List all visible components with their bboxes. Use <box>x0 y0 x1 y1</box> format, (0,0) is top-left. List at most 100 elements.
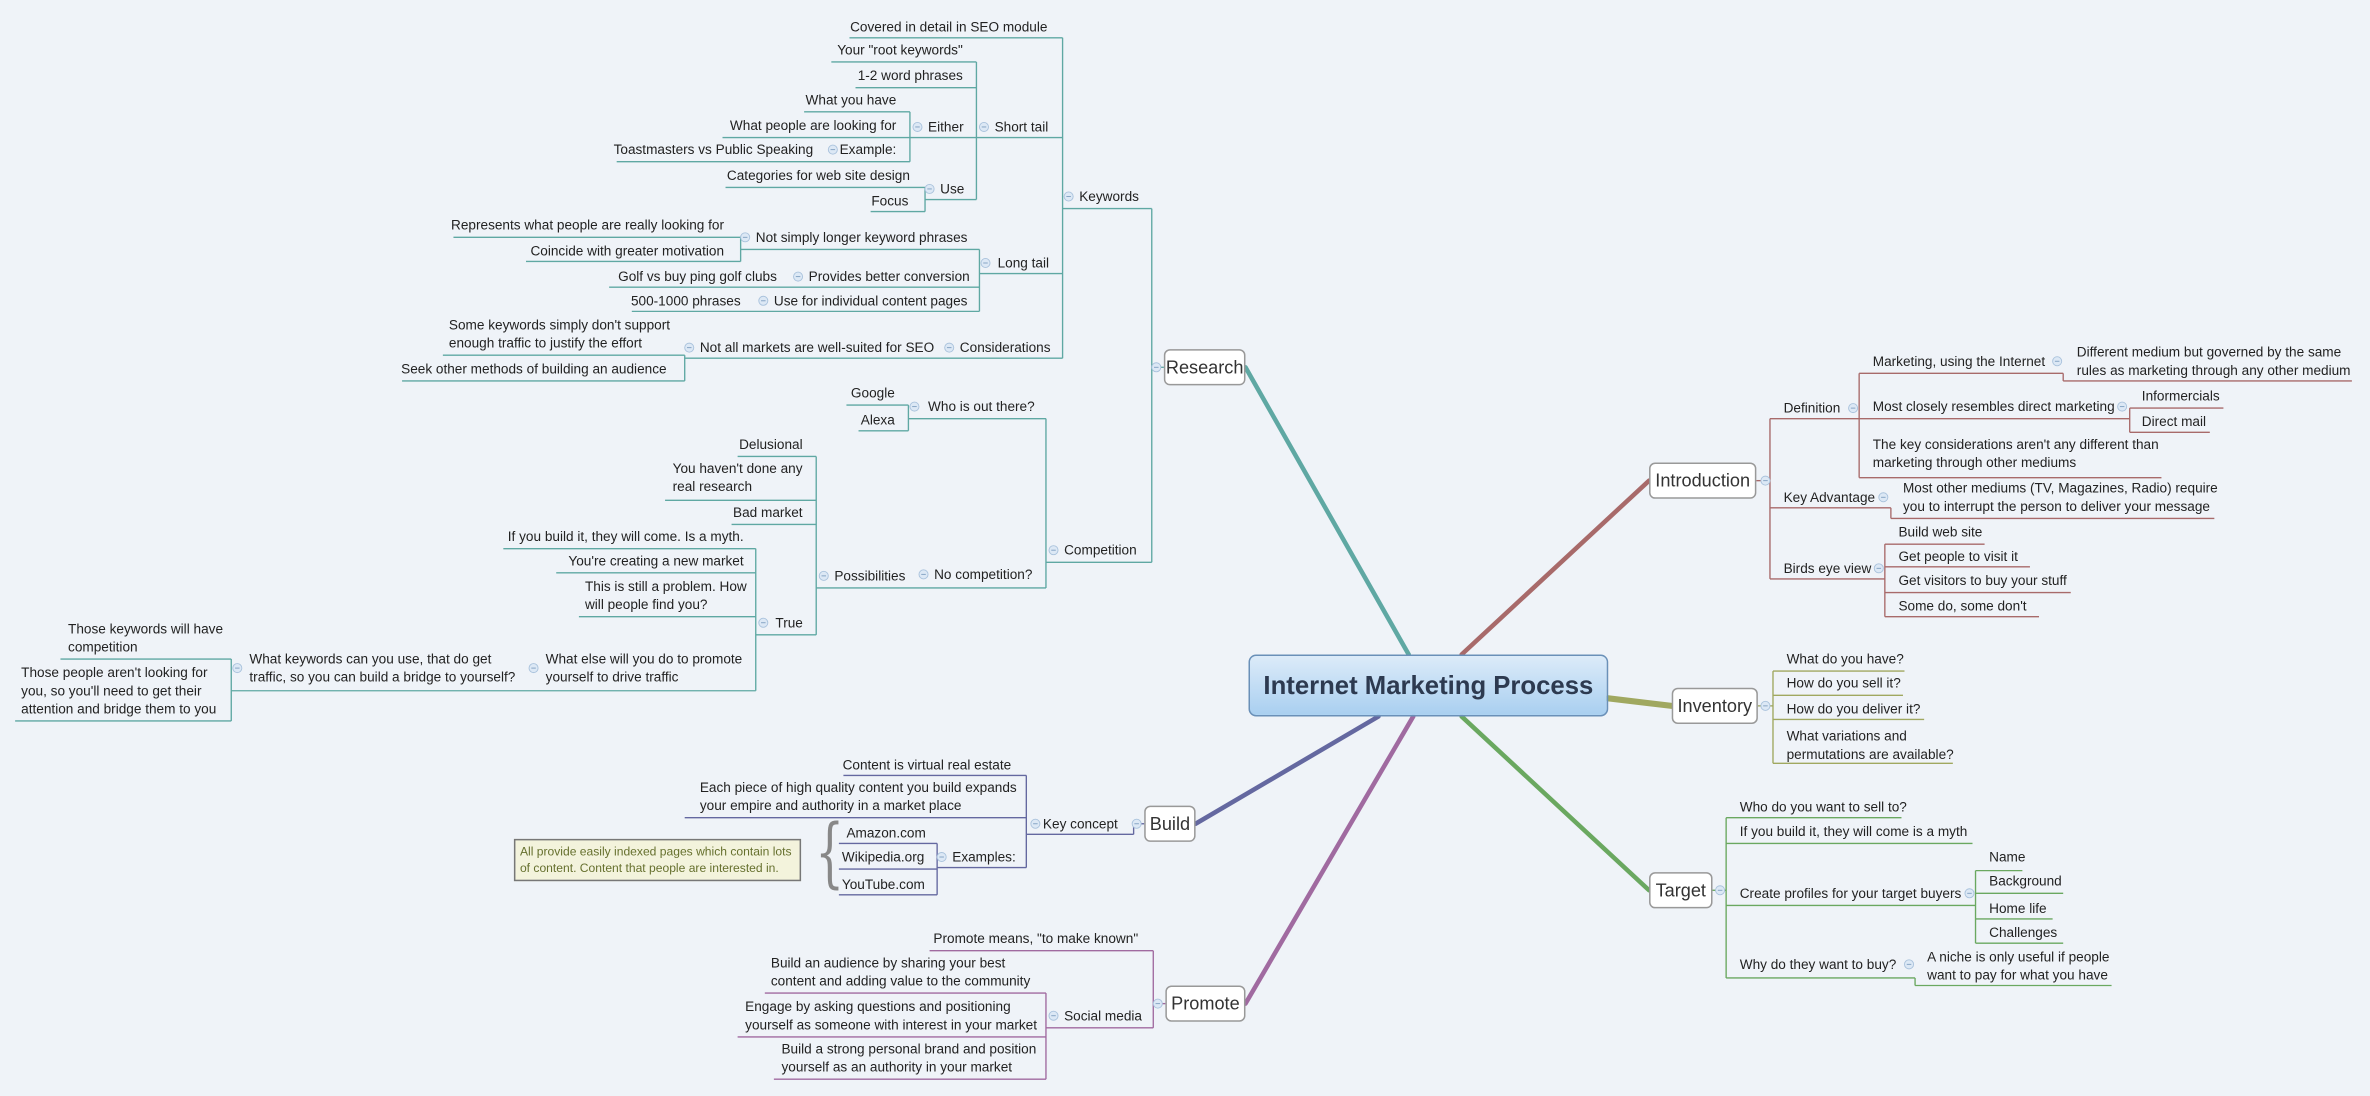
central-topic[interactable]: Internet Marketing Process <box>1248 654 1609 717</box>
collapse-toggle-icon[interactable] <box>936 852 947 863</box>
node-research-keywords-short-tail[interactable]: Short tail <box>995 118 1049 136</box>
collapse-toggle-icon[interactable] <box>944 342 955 353</box>
node-research-competition-possibilities-items-0[interactable]: Delusional <box>739 435 803 453</box>
node-introduction-definition-marketing-detail[interactable]: Different medium but governed by the sam… <box>2077 343 2351 379</box>
node-research-keywords-long-tail-content-pages-detail[interactable]: 500-1000 phrases <box>631 292 741 310</box>
collapse-toggle-icon[interactable] <box>1048 545 1059 556</box>
node-research-competition-possibilities[interactable]: Possibilities <box>834 567 905 585</box>
node-inventory-items-3[interactable]: What variations and permutations are ava… <box>1787 727 1954 763</box>
node-promote-social-items-1[interactable]: Engage by asking questions and positioni… <box>745 998 1037 1034</box>
node-inventory-items-1[interactable]: How do you sell it? <box>1787 674 1901 692</box>
node-research-competition-possibilities-true-promote-bridge-items-0[interactable]: Those keywords will have competition <box>68 620 223 656</box>
topic-inventory[interactable]: Inventory <box>1671 687 1758 725</box>
node-research-keywords-long-tail-not-simply[interactable]: Not simply longer keyword phrases <box>756 228 968 246</box>
node-research-competition-possibilities-true-items-2[interactable]: This is still a problem. How will people… <box>585 577 747 613</box>
node-introduction-birds-eye-items-0[interactable]: Build web site <box>1898 523 1982 541</box>
collapse-toggle-icon[interactable] <box>1878 492 1889 503</box>
node-research-competition-possibilities-true-promote-bridge-items-1[interactable]: Those people aren't looking for you, so … <box>21 664 216 718</box>
node-target-items-0[interactable]: Who do you want to sell to? <box>1740 798 1907 816</box>
node-target-items-1[interactable]: If you build it, they will come is a myt… <box>1740 822 1968 840</box>
collapse-toggle-icon[interactable] <box>2052 356 2063 367</box>
node-research-competition-possibilities-true-items-1[interactable]: You're creating a new market <box>568 552 743 570</box>
node-research-keywords-long-tail-conversion[interactable]: Provides better conversion <box>809 268 970 286</box>
collapse-toggle-icon[interactable] <box>1063 191 1074 202</box>
collapse-toggle-icon[interactable] <box>1873 563 1884 574</box>
node-research-keywords-short-tail-items-1[interactable]: 1-2 word phrases <box>858 67 963 85</box>
node-research-keywords-short-tail-either-items-1[interactable]: What people are looking for <box>730 116 896 134</box>
node-promote-social-items-0[interactable]: Build an audience by sharing your best c… <box>771 954 1030 990</box>
node-research-competition-possibilities-true-items-0[interactable]: If you build it, they will come. Is a my… <box>508 528 744 546</box>
node-research-competition-no-comp[interactable]: No competition? <box>934 565 1032 583</box>
node-introduction-birds-eye[interactable]: Birds eye view <box>1784 559 1872 577</box>
node-research-competition-possibilities-items-1[interactable]: You haven't done any real research <box>673 459 803 495</box>
node-research-keywords-long-tail-content-pages[interactable]: Use for individual content pages <box>774 292 968 310</box>
node-research-competition-possibilities-items-2[interactable]: Bad market <box>733 503 803 521</box>
collapse-toggle-icon[interactable] <box>758 295 769 306</box>
collapse-toggle-icon[interactable] <box>818 570 829 581</box>
node-build-key-concept-items-0[interactable]: Content is virtual real estate <box>843 756 1012 774</box>
node-research-keywords-short-tail-either-items-0[interactable]: What you have <box>806 91 897 109</box>
node-introduction-key-advantage[interactable]: Key Advantage <box>1784 488 1876 506</box>
collapse-toggle-icon[interactable] <box>758 617 769 628</box>
collapse-toggle-icon[interactable] <box>684 342 695 353</box>
collapse-toggle-icon[interactable] <box>740 232 751 243</box>
collapse-toggle-icon[interactable] <box>1131 818 1142 829</box>
node-research-keywords-short-tail-either-example[interactable]: Example: <box>840 141 897 159</box>
node-build-key-concept-items-1[interactable]: Each piece of high quality content you b… <box>700 778 1017 814</box>
node-research-keywords-long-tail-not-simply-items-0[interactable]: Represents what people are really lookin… <box>451 216 724 234</box>
node-research-keywords[interactable]: Keywords <box>1079 187 1139 205</box>
node-build-key-concept-examples[interactable]: Examples: <box>952 848 1016 866</box>
node-promote-means[interactable]: Promote means, "to make known" <box>933 930 1138 948</box>
topic-target[interactable]: Target <box>1649 872 1713 909</box>
node-introduction-birds-eye-items-2[interactable]: Get visitors to buy your stuff <box>1898 571 2066 589</box>
topic-build[interactable]: Build <box>1144 805 1196 842</box>
node-research-keywords-long-tail-not-simply-items-1[interactable]: Coincide with greater motivation <box>530 242 724 260</box>
node-research-keywords-considerations-not-all[interactable]: Not all markets are well-suited for SEO <box>700 339 934 357</box>
topic-promote[interactable]: Promote <box>1165 985 1246 1022</box>
node-introduction-birds-eye-items-3[interactable]: Some do, some don't <box>1898 597 2026 615</box>
collapse-toggle-icon[interactable] <box>1152 998 1163 1009</box>
node-research-keywords-seo-note[interactable]: Covered in detail in SEO module <box>850 18 1047 36</box>
collapse-toggle-icon[interactable] <box>918 569 929 580</box>
node-target-profiles-items-2[interactable]: Home life <box>1989 899 2046 917</box>
node-target-why[interactable]: Why do they want to buy? <box>1740 955 1897 973</box>
node-research-keywords-short-tail-items-0[interactable]: Your "root keywords" <box>837 41 963 59</box>
node-build-key-concept-examples-items-2[interactable]: YouTube.com <box>842 875 925 893</box>
node-build-key-concept[interactable]: Key concept <box>1043 815 1118 833</box>
node-research-keywords-short-tail-either-example[interactable]: Toastmasters vs Public Speaking <box>614 141 814 159</box>
collapse-toggle-icon[interactable] <box>827 144 838 155</box>
node-introduction-definition-considerations[interactable]: The key considerations aren't any differ… <box>1873 435 2159 471</box>
collapse-toggle-icon[interactable] <box>2117 401 2128 412</box>
collapse-toggle-icon[interactable] <box>232 663 243 674</box>
node-promote-social-items-2[interactable]: Build a strong personal brand and positi… <box>781 1040 1036 1076</box>
node-research-keywords-considerations-not-all-items-1[interactable]: Seek other methods of building an audien… <box>401 360 666 378</box>
node-inventory-items-2[interactable]: How do you deliver it? <box>1787 700 1921 718</box>
collapse-toggle-icon[interactable] <box>1904 959 1915 970</box>
collapse-toggle-icon[interactable] <box>793 271 804 282</box>
collapse-toggle-icon[interactable] <box>1964 888 1975 899</box>
node-promote-social[interactable]: Social media <box>1064 1007 1142 1025</box>
node-target-profiles-items-3[interactable]: Challenges <box>1989 924 2057 942</box>
collapse-toggle-icon[interactable] <box>1848 403 1859 414</box>
node-inventory-items-0[interactable]: What do you have? <box>1787 650 1904 668</box>
node-research-competition-who-items-1[interactable]: Alexa <box>861 411 895 429</box>
node-build-key-concept-examples-items-0[interactable]: Amazon.com <box>846 824 925 842</box>
node-research-keywords-short-tail-use-items-0[interactable]: Categories for web site design <box>727 166 910 184</box>
node-research-competition[interactable]: Competition <box>1064 541 1137 559</box>
collapse-toggle-icon[interactable] <box>980 258 991 268</box>
node-research-keywords-short-tail-use[interactable]: Use <box>940 180 964 198</box>
collapse-toggle-icon[interactable] <box>909 401 920 412</box>
node-introduction-birds-eye-items-1[interactable]: Get people to visit it <box>1898 547 2017 565</box>
node-research-competition-possibilities-true-promote-bridge[interactable]: What keywords can you use, that do get t… <box>249 650 515 686</box>
collapse-toggle-icon[interactable] <box>1048 1010 1059 1021</box>
node-research-keywords-long-tail-conversion-example[interactable]: Golf vs buy ping golf clubs <box>618 268 777 286</box>
node-research-competition-who[interactable]: Who is out there? <box>928 398 1035 416</box>
node-introduction-definition-marketing[interactable]: Marketing, using the Internet <box>1873 352 2045 370</box>
node-research-keywords-considerations[interactable]: Considerations <box>960 339 1051 357</box>
node-target-profiles-items-0[interactable]: Name <box>1989 848 2025 866</box>
node-build-key-concept-examples-items-1[interactable]: Wikipedia.org <box>842 848 924 866</box>
node-target-profiles-items-1[interactable]: Background <box>1989 872 2062 890</box>
collapse-toggle-icon[interactable] <box>978 121 989 132</box>
collapse-toggle-icon[interactable] <box>1030 818 1041 829</box>
node-introduction-key-advantage-detail[interactable]: Most other mediums (TV, Magazines, Radio… <box>1903 479 2218 515</box>
